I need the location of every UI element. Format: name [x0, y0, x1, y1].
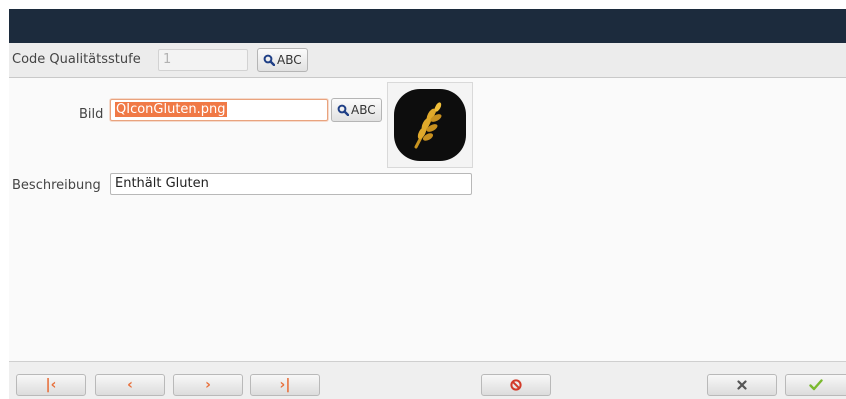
previous-record-icon: ‹: [127, 377, 133, 393]
first-record-button[interactable]: |‹: [16, 374, 86, 396]
ok-button[interactable]: [785, 374, 846, 396]
bild-lookup-label: ABC: [351, 103, 376, 117]
form-window: Code Qualitätsstufe 1 ABC Bild QIconGlut…: [9, 43, 846, 399]
wheat-icon: [394, 89, 466, 161]
code-lookup-label: ABC: [277, 53, 302, 67]
close-icon: [737, 380, 747, 390]
window-titlebar: [9, 9, 846, 43]
ok-checkmark-icon: [809, 379, 823, 391]
bottom-toolbar: |‹ ‹ › ›|: [9, 362, 846, 399]
bild-label: Bild: [79, 107, 104, 122]
code-label: Code Qualitätsstufe: [12, 52, 141, 67]
detail-panel: Bild QIconGluten.png ABC Beschreibung En…: [9, 78, 846, 362]
search-icon: [337, 104, 349, 116]
bild-lookup-button[interactable]: ABC: [331, 98, 382, 122]
image-preview: [387, 82, 473, 168]
next-record-icon: ›: [205, 377, 211, 393]
first-record-icon: |‹: [45, 377, 57, 393]
cancel-button[interactable]: [481, 374, 551, 396]
bild-field[interactable]: QIconGluten.png: [110, 99, 328, 121]
next-record-button[interactable]: ›: [173, 374, 243, 396]
header-bar: Code Qualitätsstufe 1 ABC: [9, 43, 846, 78]
code-lookup-button[interactable]: ABC: [257, 48, 308, 72]
last-record-button[interactable]: ›|: [250, 374, 320, 396]
last-record-icon: ›|: [279, 377, 291, 393]
previous-record-button[interactable]: ‹: [95, 374, 165, 396]
beschreibung-label: Beschreibung: [12, 178, 101, 193]
cancel-icon: [510, 379, 522, 391]
bild-field-value: QIconGluten.png: [115, 102, 227, 117]
beschreibung-field[interactable]: Enthält Gluten: [110, 173, 472, 195]
code-field[interactable]: 1: [158, 49, 248, 71]
close-button[interactable]: [707, 374, 777, 396]
search-icon: [263, 54, 275, 66]
